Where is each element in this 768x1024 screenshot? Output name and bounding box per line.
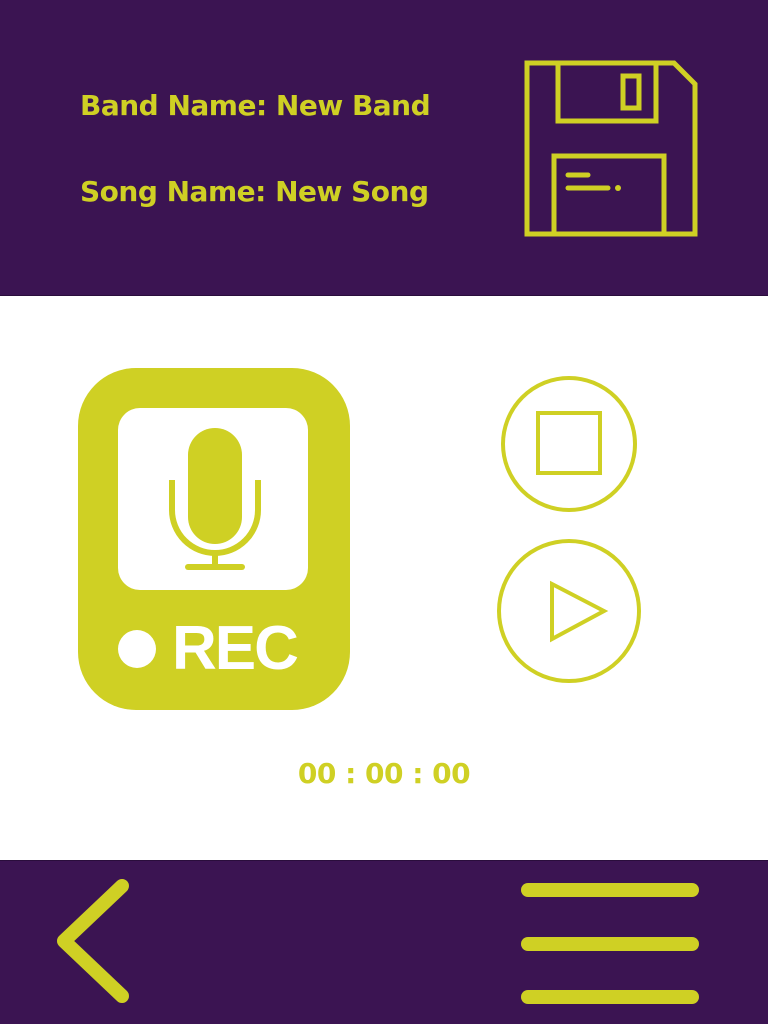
chevron-left-icon bbox=[57, 879, 129, 1003]
play-button[interactable] bbox=[496, 538, 642, 684]
hamburger-menu-icon bbox=[521, 883, 699, 1004]
play-icon bbox=[497, 539, 641, 683]
save-button[interactable] bbox=[524, 60, 698, 238]
band-name-label: Band Name: New Band bbox=[80, 89, 431, 122]
back-button[interactable] bbox=[46, 874, 138, 1008]
floppy-disk-icon bbox=[524, 60, 698, 237]
rec-label: REC bbox=[172, 614, 299, 683]
record-dot-icon bbox=[118, 630, 156, 668]
menu-button[interactable] bbox=[516, 874, 706, 1012]
stop-icon bbox=[501, 376, 637, 512]
song-name-label: Song Name: New Song bbox=[80, 175, 429, 208]
recording-timer: 00 : 00 : 00 bbox=[297, 757, 471, 790]
stop-button[interactable] bbox=[500, 375, 638, 513]
